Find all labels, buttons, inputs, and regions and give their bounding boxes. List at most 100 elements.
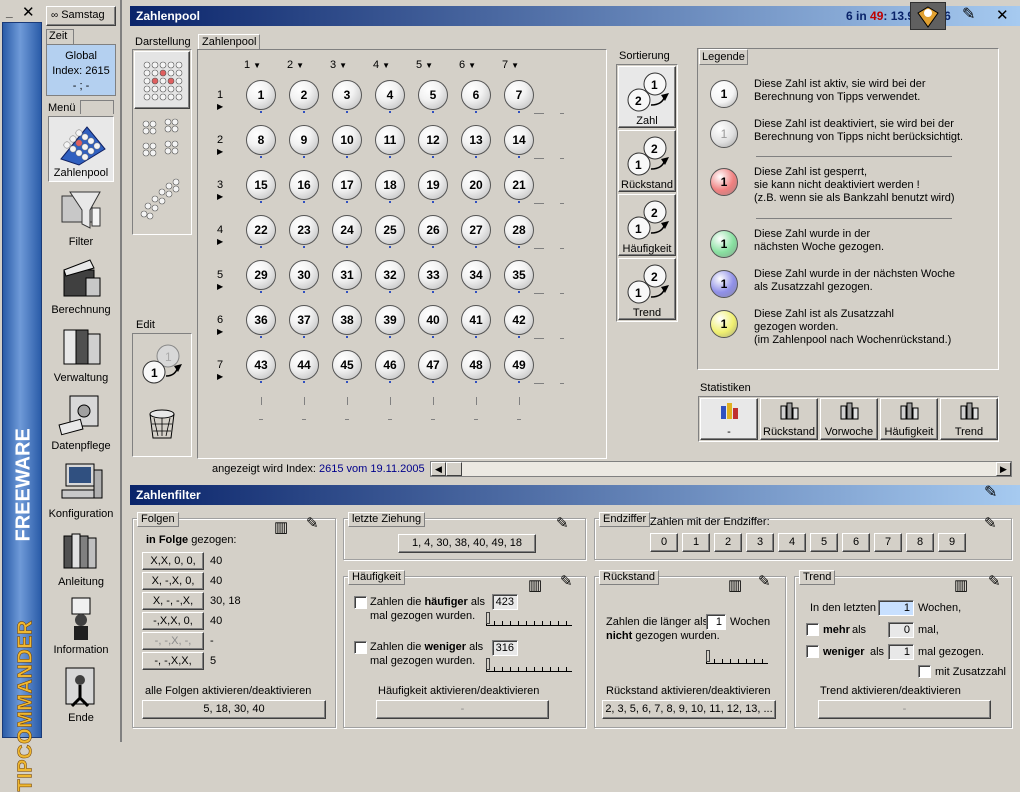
trend-mehr-checkbox[interactable]: [806, 623, 819, 636]
haeuf-more-checkbox[interactable]: [354, 596, 367, 609]
row-header[interactable]: 7 ▶: [217, 359, 223, 383]
menu-item-ende[interactable]: Ende: [48, 660, 114, 726]
number-ball[interactable]: 40: [418, 305, 448, 335]
trend-help-icon[interactable]: ✎: [988, 572, 1001, 590]
menu-item-konfiguration[interactable]: Konfiguration: [48, 456, 114, 522]
number-ball[interactable]: 28: [504, 215, 534, 245]
menu-item-filter[interactable]: Filter: [48, 184, 114, 250]
pool-tab[interactable]: Zahlenpool: [198, 34, 261, 50]
rueck-slider[interactable]: [706, 650, 768, 664]
number-ball[interactable]: 39: [375, 305, 405, 335]
scroll-thumb[interactable]: [446, 462, 462, 476]
col-header[interactable]: 7 ▼: [502, 59, 519, 71]
sidebar-minimize-icon[interactable]: _: [6, 5, 13, 19]
stat-button[interactable]: Häufigkeit: [880, 398, 938, 440]
zahlenpool-close-icon[interactable]: ✕: [996, 6, 1009, 24]
folge-pattern-button[interactable]: -,X,X, 0,: [142, 612, 204, 630]
sidebar-close-icon[interactable]: ✕: [22, 3, 35, 21]
folge-pattern-button[interactable]: X, -,X, 0,: [142, 572, 204, 590]
number-ball[interactable]: 38: [332, 305, 362, 335]
number-ball[interactable]: 9: [289, 125, 319, 155]
haeuf-all-button[interactable]: -: [376, 700, 549, 719]
number-ball[interactable]: 43: [246, 350, 276, 380]
number-ball[interactable]: 2: [289, 80, 319, 110]
sort-button[interactable]: 2 1 Häufigkeit: [618, 194, 676, 256]
zeit-tab[interactable]: Zeit: [46, 29, 74, 44]
row-header[interactable]: 5 ▶: [217, 269, 223, 293]
number-ball[interactable]: 36: [246, 305, 276, 335]
number-ball[interactable]: 6: [461, 80, 491, 110]
number-ball[interactable]: 13: [461, 125, 491, 155]
number-ball[interactable]: 41: [461, 305, 491, 335]
haeuf-less-checkbox[interactable]: [354, 641, 367, 654]
mascot-icon[interactable]: [910, 2, 946, 30]
row-header[interactable]: 6 ▶: [217, 314, 223, 338]
number-ball[interactable]: 3: [332, 80, 362, 110]
number-ball[interactable]: 14: [504, 125, 534, 155]
number-ball[interactable]: 26: [418, 215, 448, 245]
number-ball[interactable]: 44: [289, 350, 319, 380]
number-ball[interactable]: 42: [504, 305, 534, 335]
trend-weeks-field[interactable]: 1: [878, 600, 914, 616]
menu-item-information[interactable]: Information: [48, 592, 114, 658]
number-ball[interactable]: 11: [375, 125, 405, 155]
col-header[interactable]: 3 ▼: [330, 59, 347, 71]
col-header[interactable]: 4 ▼: [373, 59, 390, 71]
letzte-help-icon[interactable]: ✎: [556, 514, 569, 532]
number-ball[interactable]: 1: [246, 80, 276, 110]
number-ball[interactable]: 18: [375, 170, 405, 200]
scroll-left-button[interactable]: ◀: [431, 462, 446, 476]
number-ball[interactable]: 24: [332, 215, 362, 245]
trend-zusatz-checkbox[interactable]: [918, 665, 931, 678]
number-ball[interactable]: 7: [504, 80, 534, 110]
view-triangle-button[interactable]: [134, 171, 190, 231]
scroll-right-button[interactable]: ▶: [996, 462, 1011, 476]
folge-pattern-button[interactable]: -, -,X,X,: [142, 652, 204, 670]
number-ball[interactable]: 15: [246, 170, 276, 200]
number-ball[interactable]: 35: [504, 260, 534, 290]
endziffer-digit-button[interactable]: 7: [874, 533, 902, 552]
stat-button[interactable]: Rückstand: [760, 398, 818, 440]
rueck-stats-icon[interactable]: ▥: [728, 576, 742, 594]
folgen-stats-icon[interactable]: ▥: [274, 518, 288, 536]
number-ball[interactable]: 29: [246, 260, 276, 290]
rueck-field[interactable]: 1: [706, 614, 726, 630]
endziffer-digit-button[interactable]: 4: [778, 533, 806, 552]
slider-thumb[interactable]: [486, 612, 490, 624]
menu-item-datenpflege[interactable]: Datenpflege: [48, 388, 114, 454]
number-ball[interactable]: 32: [375, 260, 405, 290]
number-ball[interactable]: 17: [332, 170, 362, 200]
trash-button[interactable]: [144, 406, 180, 442]
number-ball[interactable]: 5: [418, 80, 448, 110]
menu-item-verwaltung[interactable]: Verwaltung: [48, 320, 114, 386]
number-ball[interactable]: 16: [289, 170, 319, 200]
endziffer-help-icon[interactable]: ✎: [984, 514, 997, 532]
endziffer-digit-button[interactable]: 9: [938, 533, 966, 552]
rueck-help-icon[interactable]: ✎: [758, 572, 771, 590]
endziffer-digit-button[interactable]: 1: [682, 533, 710, 552]
sort-button[interactable]: 2 1 Trend: [618, 258, 676, 320]
view-cluster-button[interactable]: [134, 111, 190, 169]
menu-item-zahlenpool[interactable]: Zahlenpool: [48, 116, 114, 182]
stat-button[interactable]: Trend: [940, 398, 998, 440]
endziffer-digit-button[interactable]: 6: [842, 533, 870, 552]
index-scrollbar[interactable]: ◀ ▶: [430, 461, 1012, 477]
number-ball[interactable]: 23: [289, 215, 319, 245]
trend-weniger-field[interactable]: 1: [888, 644, 914, 660]
number-ball[interactable]: 45: [332, 350, 362, 380]
view-grid-button[interactable]: [134, 51, 190, 109]
sort-button[interactable]: 1 2 Zahl: [618, 66, 676, 128]
number-ball[interactable]: 27: [461, 215, 491, 245]
stat-button[interactable]: -: [700, 398, 758, 440]
haeuf-less-slider[interactable]: [486, 658, 572, 672]
filter-help-icon[interactable]: ✎: [984, 482, 997, 502]
number-ball[interactable]: 19: [418, 170, 448, 200]
rueck-all-button[interactable]: 2, 3, 5, 6, 7, 8, 9, 10, 11, 12, 13, ...: [602, 700, 776, 719]
number-ball[interactable]: 12: [418, 125, 448, 155]
row-header[interactable]: 1 ▶: [217, 89, 223, 113]
col-header[interactable]: 1 ▼: [244, 59, 261, 71]
number-ball[interactable]: 8: [246, 125, 276, 155]
folge-pattern-button[interactable]: X, -, -,X,: [142, 592, 204, 610]
endziffer-digit-button[interactable]: 2: [714, 533, 742, 552]
folge-pattern-button[interactable]: -, -,X, -,: [142, 632, 204, 650]
